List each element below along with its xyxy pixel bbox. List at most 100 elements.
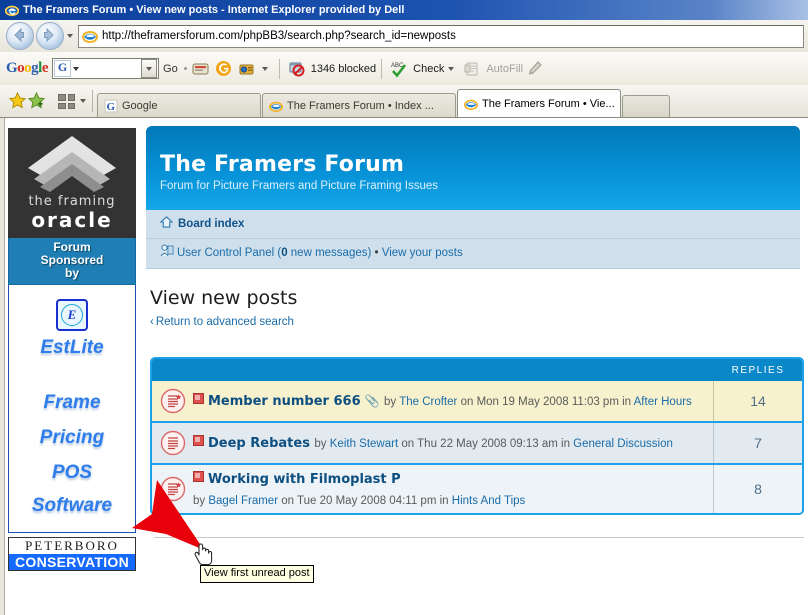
spellcheck-button[interactable]: ABC Check: [387, 59, 444, 78]
spellcheck-label: Check: [413, 62, 445, 75]
topic-subject[interactable]: Deep Rebates: [193, 435, 310, 451]
popup-blocker-label: 1346 blocked: [310, 62, 377, 75]
ie-favicon: [269, 99, 283, 113]
chevron-down-icon[interactable]: [73, 66, 80, 71]
new-tab-button[interactable]: [622, 95, 670, 117]
column-header-replies: REPLIES: [731, 364, 785, 376]
gmail-icon[interactable]: [214, 59, 233, 78]
estlite-ad[interactable]: E EstLite Frame Pricing POS Software: [8, 285, 136, 533]
google-search-input[interactable]: G: [52, 58, 160, 79]
page-viewport: the framing oracle Forum Sponsored by E …: [0, 117, 808, 615]
sponsor-line3: by: [64, 266, 79, 280]
tab-framers-forum-view-new-posts[interactable]: The Framers Forum • Vie... ✕: [457, 89, 621, 117]
in-label: in: [439, 495, 449, 508]
read-post-icon[interactable]: [160, 430, 186, 456]
topic-date: Thu 22 May 2008 09:13 am: [417, 438, 558, 451]
highlight-icon[interactable]: [525, 59, 544, 78]
tooltip: View first unread post: [200, 565, 314, 583]
user-bar: User Control Panel (0 new messages) • Vi…: [146, 239, 800, 268]
window-title: The Framers Forum • View new posts - Int…: [23, 4, 405, 16]
address-bar[interactable]: http://theframersforum.com/phpBB3/search…: [78, 24, 804, 48]
breadcrumb-board-index[interactable]: Board index: [178, 218, 244, 230]
topic-byline: by Keith Stewart on Thu 22 May 2008 09:1…: [314, 438, 673, 450]
table-row[interactable]: Deep Rebates by Keith Stewart on Thu 22 …: [152, 423, 802, 465]
google-toolbar: Google G Go 1346 blocked ABC Check AutoF…: [0, 52, 808, 86]
tabbar-separator: [92, 90, 93, 112]
back-arrow-icon[interactable]: [6, 22, 34, 50]
bookmarks-icon[interactable]: [191, 59, 210, 78]
back-chevron-icon: ‹: [150, 316, 154, 328]
tab-list-chevron-icon[interactable]: [78, 92, 88, 110]
topic-author[interactable]: Keith Stewart: [330, 438, 398, 450]
table-header-row: REPLIES: [152, 359, 802, 381]
autofill-icon: [462, 59, 481, 78]
forum-content: The Framers Forum Forum for Picture Fram…: [146, 126, 804, 539]
spellcheck-caret-icon[interactable]: [446, 59, 458, 78]
user-control-panel-text: User Control Panel (0 new messages) • Vi…: [177, 247, 463, 259]
in-label: in: [561, 438, 570, 451]
peterboro-ad[interactable]: PETERBORO CONSERVATION: [8, 537, 136, 571]
history-dropdown-icon[interactable]: [64, 23, 75, 49]
table-cell-replies: 7: [713, 423, 802, 463]
topic-subject-text: Working with Filmoplast P: [208, 472, 401, 487]
estlite-badge-letter: E: [61, 304, 83, 326]
return-link-label[interactable]: Return to advanced search: [156, 316, 294, 328]
star-icon[interactable]: [8, 91, 27, 110]
by-label: by: [314, 438, 327, 451]
google-search-dropdown-button[interactable]: [141, 59, 158, 78]
return-to-advanced-search[interactable]: ‹ Return to advanced search: [150, 316, 800, 328]
popup-blocker-button[interactable]: 1346 blocked: [285, 59, 376, 78]
google-go-button[interactable]: Go: [163, 63, 178, 75]
toolbar-overflow-caret[interactable]: [260, 59, 272, 78]
quick-tabs-icon[interactable]: [58, 94, 75, 109]
ie-icon: [4, 3, 20, 17]
tab-framers-forum-index[interactable]: The Framers Forum • Index ...: [262, 93, 456, 117]
topic-subject[interactable]: Working with Filmoplast P: [193, 471, 401, 487]
forum-body: View new posts ‹ Return to advanced searc…: [146, 269, 804, 539]
view-your-posts-link[interactable]: View your posts: [382, 247, 463, 259]
topic-forum[interactable]: After Hours: [634, 396, 692, 408]
tab-google[interactable]: G Google: [97, 93, 261, 117]
user-icon: [160, 244, 174, 262]
topic-author[interactable]: Bagel Framer: [208, 495, 278, 507]
topic-forum[interactable]: General Discussion: [573, 438, 673, 450]
estlite-line-3: Software: [31, 495, 113, 516]
toolbar-separator: [278, 58, 280, 79]
by-label: by: [384, 396, 397, 409]
settings-icon[interactable]: [237, 59, 256, 78]
new-post-marker-icon: [193, 435, 204, 447]
topic-byline: by Bagel Framer on Tue 20 May 2008 04:11…: [193, 495, 525, 507]
in-label: in: [622, 396, 632, 409]
framing-oracle-ad[interactable]: the framing oracle: [8, 128, 136, 238]
tab-label: Google: [122, 99, 158, 112]
window-titlebar: The Framers Forum • View new posts - Int…: [0, 0, 808, 20]
popup-blocker-icon: [287, 59, 306, 78]
footer-divider: [154, 537, 804, 539]
unread-post-icon-starred[interactable]: [160, 476, 186, 502]
estlite-line-2: POS: [51, 462, 93, 483]
ucp-link[interactable]: User Control Panel: [177, 247, 274, 259]
oracle-ad-line1: the framing: [28, 194, 116, 209]
forward-arrow-icon[interactable]: [36, 22, 64, 50]
on-label: on: [401, 438, 415, 451]
spellcheck-icon: ABC: [389, 59, 408, 78]
navigation-bar: http://theframersforum.com/phpBB3/search…: [0, 20, 808, 53]
new-messages-suffix: new messages: [287, 247, 368, 259]
on-label: on: [281, 495, 295, 508]
oracle-ad-line2: oracle: [31, 208, 113, 232]
topic-forum[interactable]: Hints And Tips: [452, 495, 526, 507]
unread-post-icon-starred[interactable]: [160, 388, 186, 414]
forum-title: The Framers Forum: [160, 152, 405, 177]
breadcrumb: Board index: [146, 210, 800, 239]
topic-meta: Member number 666 📎 by The Crofter on Mon…: [193, 390, 692, 411]
google-logo: Google: [6, 60, 49, 76]
topic-author[interactable]: The Crofter: [399, 396, 457, 408]
page-title: View new posts: [150, 287, 298, 309]
table-row[interactable]: Working with Filmoplast P by Bagel Frame…: [152, 465, 802, 514]
add-star-icon[interactable]: [27, 91, 46, 110]
autofill-button[interactable]: AutoFill: [460, 59, 523, 78]
forum-nav-strip: Board index User Control Panel (0 new me…: [146, 210, 800, 269]
table-row[interactable]: Member number 666 📎 by The Crofter on Mon…: [152, 381, 802, 423]
peterboro-line1: PETERBORO: [25, 538, 119, 553]
topic-subject[interactable]: Member number 666 📎: [193, 393, 380, 409]
